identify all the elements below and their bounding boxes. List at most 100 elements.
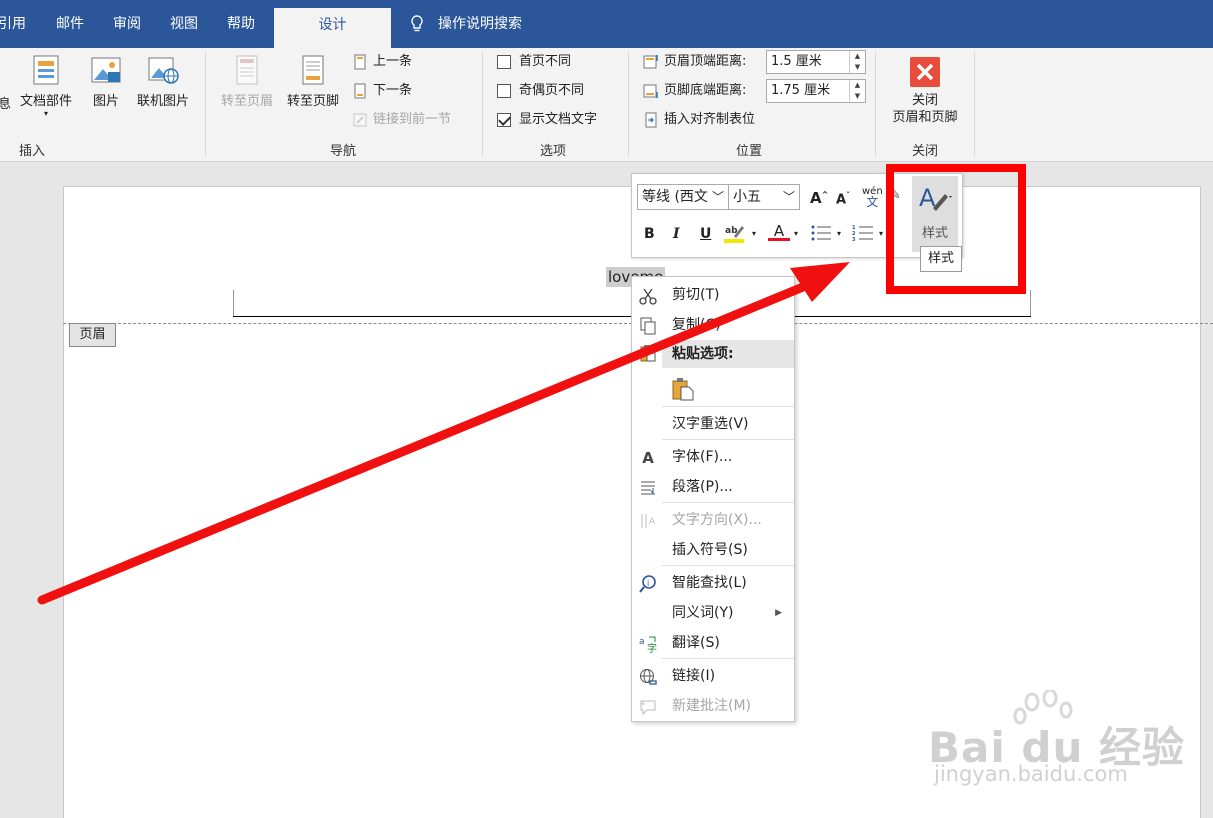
different-first-page-checkbox[interactable]: 首页不同 [497,51,571,73]
font-name-box[interactable]: 等线 (西文 ﹀ [637,184,729,210]
close-header-footer-button[interactable]: 关闭 页眉和页脚 [884,56,966,126]
different-odd-even-checkbox[interactable]: 奇偶页不同 [497,80,584,102]
translate-icon: a字 [639,636,657,653]
menu-item-reconvert[interactable]: 汉字重选(V) [632,409,794,439]
tab-help[interactable]: 帮助 [227,0,255,48]
picture-icon [91,57,121,83]
menu-item-new-comment[interactable]: + 新建批注(M) [632,691,794,721]
menu-item-copy[interactable]: 复制(C) [632,310,794,340]
different-odd-even-label: 奇偶页不同 [519,83,585,98]
svg-text:3: 3 [852,237,856,242]
menu-item-paragraph[interactable]: 段落(P)... [632,472,794,502]
dropdown-icon[interactable]: ▾ [752,229,756,238]
show-document-text-label: 显示文档文字 [519,112,598,127]
previous-label: 上一条 [373,54,413,69]
online-picture-label: 联机图片 [136,94,189,109]
doc-parts-button[interactable]: 文档部件 ▾ [16,54,76,119]
tab-mailings[interactable]: 邮件 [56,0,84,48]
comment-icon: + [640,700,656,716]
menu-paste-options-header: 粘贴选项: [662,340,794,368]
dropdown-icon[interactable]: ▾ [794,229,798,238]
goto-footer-icon [302,55,324,85]
tab-design[interactable]: 设计 [274,8,391,48]
dropdown-icon: ▾ [43,109,48,118]
font-size-box[interactable]: 小五 ﹀ [728,184,800,210]
grow-font-icon[interactable]: A^ [810,189,828,207]
menu-item-smart-lookup[interactable]: i 智能查找(L) [632,568,794,598]
menu-item-font[interactable]: A 字体(F)... [632,442,794,472]
goto-header-icon [236,55,258,85]
font-name-value: 等线 (西文 [642,189,708,205]
bullets-button[interactable] [810,224,832,246]
menu-item-cut[interactable]: 剪切(T) [632,280,794,310]
tab-references[interactable]: 引用 [0,0,26,48]
link-to-previous-label: 链接到前一节 [373,112,452,127]
alignment-tab-icon [645,112,657,127]
next-button[interactable]: 下一条 [352,80,412,102]
previous-button[interactable]: 上一条 [352,51,412,73]
chevron-down-icon: ﹀ [782,190,795,204]
checkbox-unchecked [497,83,511,98]
goto-footer-button[interactable]: 转至页脚 [282,54,344,109]
group-options-label: 选项 [539,144,566,159]
checkbox-checked [497,112,511,127]
menu-item-insert-symbol[interactable]: 插入符号(S) [632,535,794,565]
header-position-icon [643,54,658,68]
picture-button[interactable]: 图片 [86,54,126,109]
dropdown-icon[interactable]: ▾ [837,229,841,238]
menu-item-translate[interactable]: a字 翻译(S) [632,628,794,658]
doc-info-button-partial[interactable]: 息 [0,94,11,116]
show-document-text-checkbox[interactable]: 显示文档文字 [497,109,597,131]
tell-me-label: 操作说明搜索 [438,16,522,32]
goto-footer-label: 转至页脚 [286,94,339,109]
watermark-sub-text: jingyan.baidu.com [934,762,1128,786]
menu-reconvert-label: 汉字重选(V) [672,416,749,432]
header-top-distance-input[interactable]: 1.5 厘米 ▲ ▼ [766,50,866,74]
menu-translate-label: 翻译(S) [672,635,720,651]
menu-item-synonyms[interactable]: 同义词(Y) ▶ [632,598,794,628]
link-to-previous-button[interactable]: 链接到前一节 [352,109,451,131]
header-top-value: 1.5 厘米 [771,54,822,69]
goto-header-label: 转至页眉 [220,94,273,109]
context-menu: 剪切(T) 复制(C) 粘贴选项: 汉字重选(V) A 字体(F)... 段落(… [631,276,795,722]
dropdown-icon[interactable]: ▾ [879,229,883,238]
menu-item-text-direction[interactable]: A 文字方向(X)... [632,505,794,535]
phonetic-guide-icon[interactable]: wén 文 [862,186,883,209]
menu-smart-lookup-label: 智能查找(L) [672,575,747,591]
menu-item-link[interactable]: 链接(I) [632,661,794,691]
spinner-arrows-icon[interactable]: ▲ ▼ [849,51,865,73]
paragraph-icon [641,481,655,495]
svg-text:A: A [649,517,656,527]
svg-text:a: a [639,637,645,647]
spinner-arrows-icon[interactable]: ▲ ▼ [849,80,865,102]
lightbulb-icon [411,15,423,32]
tab-view[interactable]: 视图 [170,0,198,48]
tell-me-search[interactable]: 操作说明搜索 [410,0,522,48]
numbering-button[interactable]: 123 [852,224,874,246]
italic-button[interactable]: I [673,226,680,242]
close-icon [910,57,940,87]
menu-paragraph-label: 段落(P)... [672,479,733,495]
footer-bottom-distance-input[interactable]: 1.75 厘米 ▲ ▼ [766,79,866,103]
bold-button[interactable]: B [644,226,655,242]
group-position-label: 位置 [735,144,762,159]
chevron-down-icon: ﹀ [709,185,724,209]
font-color-button[interactable]: A [768,222,790,241]
previous-icon [354,54,366,69]
tab-review[interactable]: 审阅 [113,0,141,48]
shrink-font-icon[interactable]: Aˇ [836,191,850,207]
goto-header-button[interactable]: 转至页眉 [216,54,278,109]
font-size-value: 小五 [733,189,761,205]
menu-synonyms-label: 同义词(Y) [672,605,734,621]
menu-paste-options-label: 粘贴选项: [672,346,734,362]
underline-button[interactable]: U [700,226,711,242]
svg-text:字: 字 [647,642,657,653]
svg-text:+: + [640,700,646,708]
group-divider [482,52,483,156]
header-tag: 页眉 [69,323,116,347]
insert-alignment-tab-button[interactable]: 插入对齐制表位 [643,109,755,131]
paste-keep-text-button[interactable] [632,373,794,405]
highlight-color-button[interactable]: ab [724,222,750,248]
online-picture-button[interactable]: 联机图片 [133,54,193,109]
header-margin-corner [1030,290,1031,316]
